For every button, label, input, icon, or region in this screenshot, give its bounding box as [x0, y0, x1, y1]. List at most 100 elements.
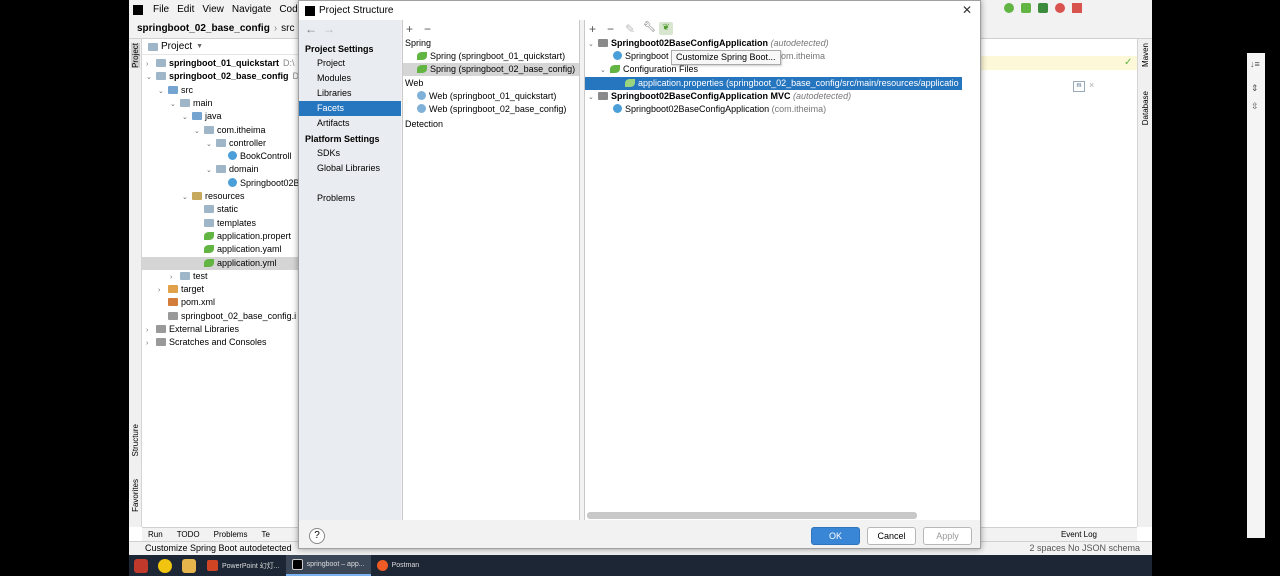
debug-icon[interactable] [1021, 3, 1031, 13]
edit-pencil-icon[interactable]: ✎ [625, 22, 635, 36]
menu-file[interactable]: File [149, 0, 173, 19]
context-mvc-row[interactable]: ⌄ Springboot02BaseConfigApplication MVC (… [588, 90, 851, 103]
chevron-down-icon[interactable]: ⌄ [206, 164, 216, 176]
forward-arrow-icon[interactable]: → [323, 22, 335, 36]
coverage-icon[interactable] [1038, 3, 1048, 13]
expand-all-icon[interactable]: ⇕ [1251, 83, 1259, 94]
wrench-icon[interactable]: 🔧︎ [643, 22, 656, 33]
nav-sdks[interactable]: SDKs [299, 146, 401, 161]
breadcrumb-src[interactable]: src [281, 23, 294, 34]
nav-problems[interactable]: Problems [299, 191, 401, 206]
tree-folder-item[interactable]: templates [142, 217, 299, 230]
tree-folder-item[interactable]: ⌄ java [142, 110, 299, 123]
chevron-down-icon[interactable]: ⌄ [194, 125, 204, 137]
nav-libraries[interactable]: Libraries [299, 86, 401, 101]
add-context-icon[interactable]: + [589, 22, 596, 36]
menu-edit[interactable]: Edit [173, 0, 198, 19]
tree-module-item[interactable]: › springboot_01_quickstart D:\ [142, 57, 299, 70]
nav-project[interactable]: Project [299, 56, 401, 71]
facet-spring-base-config[interactable]: Spring (springboot_02_base_config) [403, 63, 579, 76]
tree-folder-item[interactable]: ⌄ main [142, 97, 299, 110]
database-tool-tab[interactable]: Database [1141, 91, 1150, 125]
tree-package-item[interactable]: ⌄ com.itheima [142, 124, 299, 137]
chevron-right-icon[interactable]: › [146, 58, 156, 70]
todo-tool-tab[interactable]: TODO [177, 530, 200, 539]
menu-view[interactable]: View [198, 0, 228, 19]
breadcrumb-project[interactable]: springboot_02_base_config [137, 23, 270, 34]
chevron-down-icon[interactable]: ⌄ [170, 98, 180, 110]
project-tool-tab[interactable]: Project [131, 43, 140, 68]
maven-reload-icon[interactable]: m [1073, 81, 1085, 92]
project-view-label[interactable]: Project [161, 41, 192, 52]
facet-web-quickstart[interactable]: Web (springboot_01_quickstart) [403, 90, 579, 103]
chevron-right-icon[interactable]: › [146, 324, 156, 336]
tree-folder-item[interactable]: › test [142, 270, 299, 283]
nav-facets[interactable]: Facets [299, 101, 401, 116]
close-icon[interactable]: × [1089, 80, 1094, 90]
tree-package-item[interactable]: ⌄ domain [142, 163, 299, 176]
nav-global-libraries[interactable]: Global Libraries [299, 161, 401, 176]
tree-file-item[interactable]: application.yml [142, 256, 299, 270]
tree-file-item[interactable]: application.propert [142, 230, 299, 243]
chrome-icon[interactable] [158, 558, 172, 573]
facet-web-base-config[interactable]: Web (springboot_02_base_config) [403, 103, 579, 116]
taskbar-intellij[interactable]: springboot – app... [285, 555, 371, 576]
help-button[interactable]: ? [309, 528, 325, 544]
context-app-row[interactable]: ⌄ Springboot02BaseConfigApplication (auto… [588, 37, 829, 50]
add-facet-icon[interactable]: + [406, 22, 413, 36]
event-log-tab[interactable]: Event Log [1061, 530, 1097, 539]
chevron-down-icon[interactable]: ⌄ [182, 111, 192, 123]
chevron-right-icon[interactable]: › [158, 284, 168, 296]
tree-file-item[interactable]: pom.xml [142, 296, 299, 309]
back-arrow-icon[interactable]: ← [305, 22, 317, 36]
remove-context-icon[interactable]: − [607, 22, 614, 36]
app-pinned-icon[interactable] [134, 558, 148, 573]
run-tool-tab[interactable]: Run [148, 530, 163, 539]
collapse-all-icon[interactable]: ⇳ [1251, 101, 1259, 112]
chevron-down-icon[interactable]: ⌄ [158, 85, 168, 97]
file-explorer-icon[interactable] [182, 558, 196, 573]
chevron-down-icon[interactable]: ⌄ [182, 191, 192, 203]
chevron-down-icon[interactable]: ⌄ [206, 138, 216, 150]
tree-library-item[interactable]: › External Libraries [142, 323, 299, 336]
tree-folder-item[interactable]: ⌄ resources [142, 190, 299, 203]
tree-folder-item[interactable]: › target [142, 283, 299, 296]
terminal-tool-tab[interactable]: Te [261, 530, 269, 539]
detection-item[interactable]: Detection [405, 118, 443, 131]
tree-folder-item[interactable]: static [142, 203, 299, 216]
structure-tool-tab[interactable]: Structure [131, 424, 140, 456]
horizontal-scrollbar[interactable] [587, 512, 917, 519]
tree-scratches-item[interactable]: › Scratches and Consoles [142, 336, 299, 349]
apply-button[interactable]: Apply [923, 527, 972, 545]
maven-tool-tab[interactable]: Maven [1141, 43, 1150, 67]
chevron-right-icon[interactable]: › [146, 337, 156, 349]
tree-file-item[interactable]: application.yaml [142, 243, 299, 256]
taskbar-postman[interactable]: Postman [371, 555, 426, 576]
sort-icon[interactable]: ↓≡ [1250, 59, 1260, 69]
context-class-row[interactable]: Springboot [613, 50, 669, 63]
customize-spring-boot-icon[interactable]: ❦ [659, 22, 673, 35]
chevron-down-icon[interactable]: ▼ [196, 43, 203, 50]
tree-file-item[interactable]: springboot_02_base_config.i [142, 310, 299, 323]
remove-facet-icon[interactable]: − [424, 22, 431, 36]
tree-module-item[interactable]: ⌄springboot_02_base_configD: [142, 70, 299, 83]
tree-class-item[interactable]: Springboot02Bas [142, 177, 299, 190]
cancel-button[interactable]: Cancel [867, 527, 916, 545]
tree-folder-item[interactable]: ⌄ src [142, 84, 299, 97]
tree-class-item[interactable]: BookControll [142, 150, 299, 163]
taskbar-powerpoint[interactable]: PowerPoint 幻灯... [201, 555, 286, 576]
config-file-row[interactable]: application.properties (springboot_02_ba… [585, 77, 962, 90]
favorites-tool-tab[interactable]: Favorites [131, 479, 140, 512]
profile-icon[interactable] [1055, 3, 1065, 13]
chevron-right-icon[interactable]: › [170, 271, 180, 283]
mvc-class-row[interactable]: Springboot02BaseConfigApplication (com.i… [613, 103, 826, 116]
ok-button[interactable]: OK [811, 527, 860, 545]
menu-navigate[interactable]: Navigate [228, 0, 275, 19]
facet-spring-quickstart[interactable]: Spring (springboot_01_quickstart) [403, 50, 579, 63]
stop-icon[interactable] [1072, 3, 1082, 13]
close-icon[interactable]: ✕ [962, 3, 972, 17]
run-icon[interactable] [1004, 3, 1014, 13]
chevron-down-icon[interactable]: ⌄ [146, 71, 156, 83]
nav-modules[interactable]: Modules [299, 71, 401, 86]
nav-artifacts[interactable]: Artifacts [299, 116, 401, 131]
